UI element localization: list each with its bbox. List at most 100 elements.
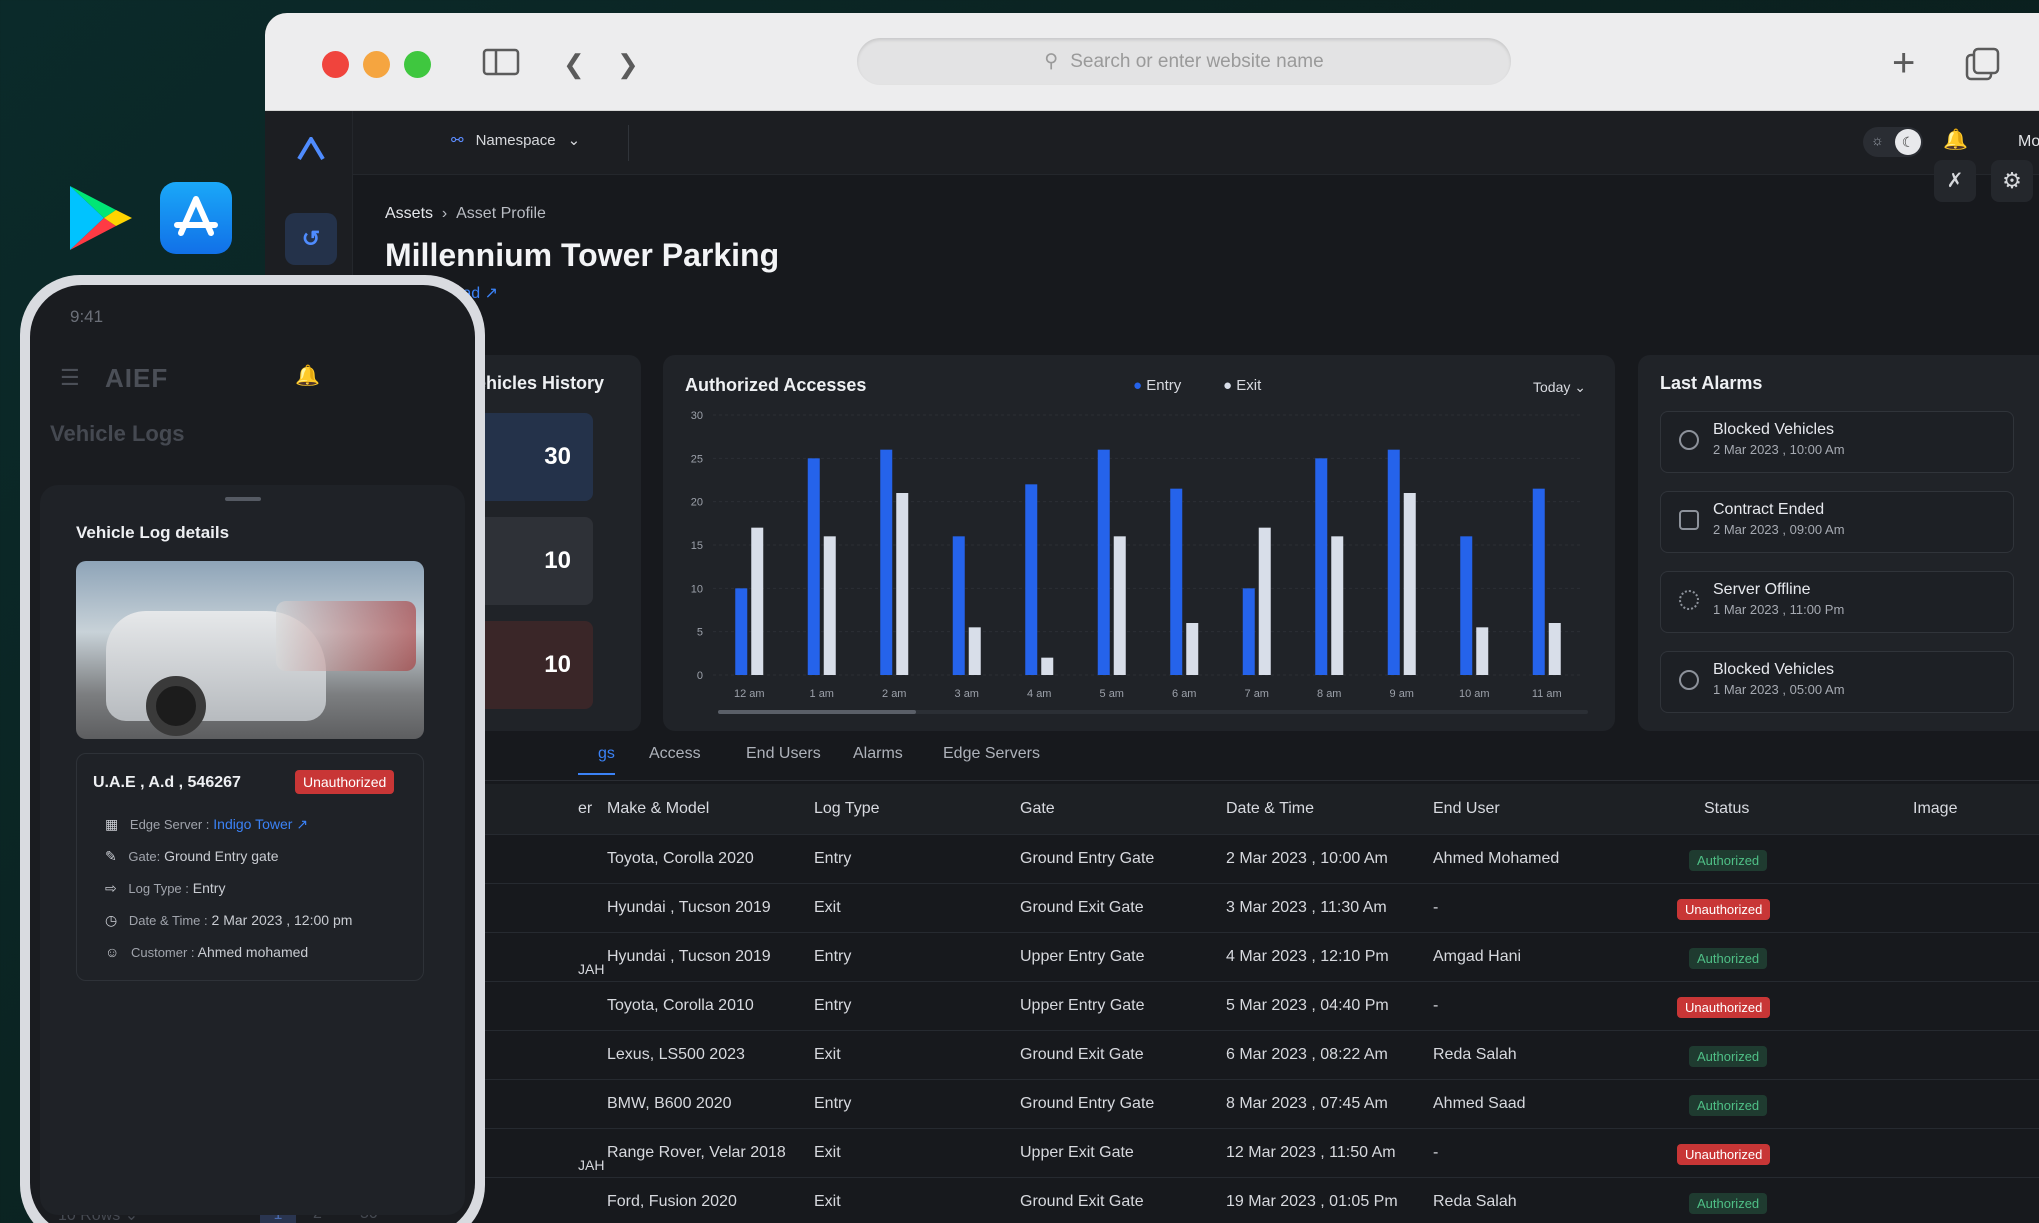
bar-entry[interactable] <box>1532 488 1545 675</box>
table-cell-model: Hyundai , Tucson 2019 <box>607 948 771 965</box>
y-tick-label: 10 <box>691 583 703 595</box>
sheet-handle[interactable] <box>225 497 261 501</box>
bar-exit[interactable] <box>968 627 981 675</box>
bar-entry[interactable] <box>1097 449 1110 675</box>
table-row[interactable]: JAH Range Rover, Velar 2018 Exit Upper Exit… <box>353 1128 2039 1176</box>
blocked-icon <box>1679 670 1699 690</box>
table-row[interactable]: Toyota, Corolla 2010 Entry Upper Entry Gat… <box>353 981 2039 1029</box>
google-play-icon[interactable] <box>64 182 136 254</box>
theme-toggle[interactable]: ☼ ☾ <box>1863 127 1923 157</box>
bar-entry[interactable] <box>807 458 820 675</box>
table-cell-user: - <box>1433 1144 1439 1161</box>
bar-exit[interactable] <box>751 527 764 675</box>
phone-page-title: Vehicle Logs <box>50 421 185 446</box>
table-row[interactable]: Toyota, Corolla 2020 Entry Ground Entry Ga… <box>353 834 2039 882</box>
last-alarms-card: Last Alarms Blocked Vehicles 2 Mar 2023 ,… <box>1638 355 2039 731</box>
bar-entry[interactable] <box>1387 449 1400 675</box>
bar-exit[interactable] <box>1476 627 1489 675</box>
unlink-icon[interactable]: ✗ <box>1934 160 1976 202</box>
bar-entry[interactable] <box>1170 488 1183 675</box>
edge-server-link[interactable]: Indigo Tower ↗ <box>213 816 308 832</box>
sidebar-item-assets[interactable]: ↺ <box>285 213 337 265</box>
table-cell-user: Ahmed Mohamed <box>1433 850 1560 867</box>
tabs-overview-icon[interactable] <box>1965 47 2001 88</box>
table-row[interactable]: Ford, Fusion 2020 Exit Ground Exit Gate 19 … <box>353 1177 2039 1223</box>
alarm-item[interactable]: Contract Ended 2 Mar 2023 , 09:00 Am <box>1660 491 2014 553</box>
bell-icon[interactable]: 🔔 <box>295 363 320 388</box>
bar-exit[interactable] <box>1186 623 1199 675</box>
bar-exit[interactable] <box>1258 527 1271 675</box>
bar-exit[interactable] <box>1041 657 1054 675</box>
table-row[interactable]: JAH Hyundai , Tucson 2019 Entry Upper Entry… <box>353 932 2039 980</box>
phone-screen: 9:41 ☰ AIEF 🔔 Vehicle Logs 67788, U.A.E … <box>30 285 475 1223</box>
app-store-icon[interactable] <box>160 182 232 254</box>
table-row[interactable]: BMW, B600 2020 Entry Ground Entry Gate 8 Ma… <box>353 1079 2039 1127</box>
tab-access[interactable]: Access <box>649 745 701 763</box>
bar-exit[interactable] <box>896 493 909 675</box>
table-cell-user: Reda Salah <box>1433 1193 1517 1210</box>
gear-icon[interactable]: ⚙ <box>1991 160 2033 202</box>
menu-icon[interactable]: ☰ <box>60 365 80 391</box>
bar-entry[interactable] <box>1315 458 1328 675</box>
browser-toolbar: ❮ ❯ ⚲ Search or enter website name + <box>265 13 2039 111</box>
tab-end-users[interactable]: End Users <box>746 745 821 763</box>
tab-edge-servers[interactable]: Edge Servers <box>943 745 1040 763</box>
bar-exit[interactable] <box>1548 623 1561 675</box>
bar-entry[interactable] <box>880 449 893 675</box>
new-tab-icon[interactable]: + <box>1892 41 1915 86</box>
column-header: Status <box>1704 800 1750 817</box>
table-cell-gate: Upper Exit Gate <box>1020 1144 1134 1161</box>
bar-entry[interactable] <box>1242 588 1255 675</box>
bar-entry[interactable] <box>1460 536 1473 675</box>
bar-exit[interactable] <box>1331 536 1344 675</box>
close-window-button[interactable] <box>322 51 349 78</box>
bar-exit[interactable] <box>823 536 836 675</box>
x-tick-label: 6 am <box>1172 688 1196 700</box>
x-tick-label: 4 am <box>1027 688 1051 700</box>
clock-icon: ◷ <box>105 912 118 928</box>
minimize-window-button[interactable] <box>363 51 390 78</box>
table-cell-type: Exit <box>814 1193 841 1210</box>
table-cell-date: 5 Mar 2023 , 04:40 Pm <box>1226 997 1389 1014</box>
bar-entry[interactable] <box>952 536 965 675</box>
scrollbar-thumb[interactable] <box>718 710 916 714</box>
namespace-selector[interactable]: ⚯ Namespace ⌄ <box>451 131 580 150</box>
table-row[interactable]: Hyundai , Tucson 2019 Exit Ground Exit Gat… <box>353 883 2039 931</box>
x-tick-label: 11 am <box>1532 688 1562 700</box>
table-cell-model: Ford, Fusion 2020 <box>607 1193 737 1210</box>
bar-entry[interactable] <box>1025 484 1038 675</box>
tab-logs[interactable]: gs <box>578 745 615 775</box>
bar-exit[interactable] <box>1403 493 1416 675</box>
maximize-window-button[interactable] <box>404 51 431 78</box>
x-tick-label: 8 am <box>1317 688 1341 700</box>
table-cell-model: BMW, B600 2020 <box>607 1095 732 1112</box>
table-row[interactable]: Lexus, LS500 2023 Exit Ground Exit Gate 6 M… <box>353 1030 2039 1078</box>
alarm-item[interactable]: Blocked Vehicles 2 Mar 2023 , 10:00 Am <box>1660 411 2014 473</box>
table-cell-model: Hyundai , Tucson 2019 <box>607 899 771 916</box>
tab-alarms[interactable]: Alarms <box>853 745 903 763</box>
tab-bar: gs Access End Users Alarms Edge Servers <box>353 745 2039 781</box>
x-tick-label: 2 am <box>882 688 906 700</box>
url-bar[interactable]: ⚲ Search or enter website name <box>857 38 1511 85</box>
browser-window: ❮ ❯ ⚲ Search or enter website name + ↺ ⚯ N… <box>265 13 2039 1223</box>
main-content: Assets › Asset Profile Millennium Tower … <box>353 160 2039 1223</box>
alarm-item[interactable]: Server Offline 1 Mar 2023 , 11:00 Pm <box>1660 571 2014 633</box>
table-cell-type: Exit <box>814 899 841 916</box>
back-icon[interactable]: ❮ <box>563 49 585 80</box>
app-topbar: ⚯Namespace⌄ ☼☾ 🔔 Mohamed ⌄ <box>353 111 2039 175</box>
bar-exit[interactable] <box>1113 536 1126 675</box>
sidebar-toggle-icon[interactable] <box>482 47 520 84</box>
alarm-item[interactable]: Blocked Vehicles 1 Mar 2023 , 05:00 Am <box>1660 651 2014 713</box>
table-cell-user: - <box>1433 899 1439 916</box>
bar-entry[interactable] <box>735 588 748 675</box>
table-cell-date: 3 Mar 2023 , 11:30 Am <box>1226 899 1387 916</box>
forward-icon[interactable]: ❯ <box>617 49 639 80</box>
breadcrumb-root[interactable]: Assets <box>385 205 433 222</box>
status-badge: Authorized <box>1689 948 1768 969</box>
sheet-title: Vehicle Log details <box>76 523 230 542</box>
column-header: End User <box>1433 800 1500 817</box>
column-header: Image <box>1913 800 1958 817</box>
column-header: Make & Model <box>607 800 710 817</box>
app-logo[interactable] <box>297 135 325 166</box>
bell-icon[interactable]: 🔔 <box>1943 127 1968 152</box>
